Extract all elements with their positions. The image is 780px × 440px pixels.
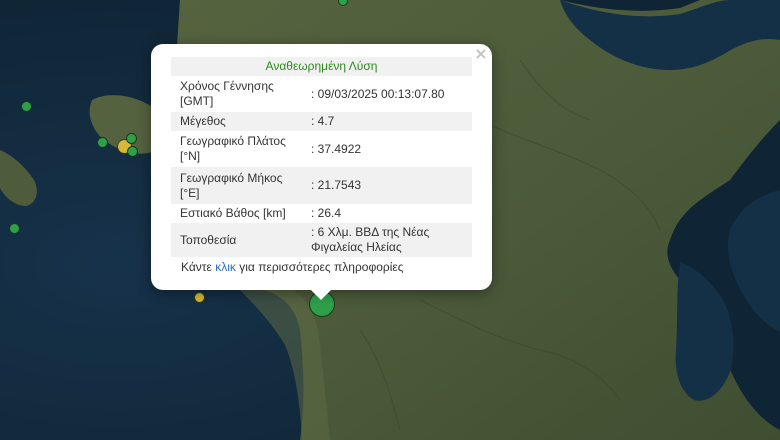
more-info-prefix: Κάντε (181, 260, 212, 274)
magnitude-label: Μέγεθος (180, 114, 226, 128)
popup-title: Αναθεωρημένη Λύση (265, 59, 378, 73)
earthquake-marker[interactable] (21, 101, 32, 112)
close-icon[interactable]: × (473, 46, 489, 62)
earthquake-marker[interactable] (194, 292, 205, 303)
popup-tip (309, 288, 333, 300)
longitude-value: : 21.7543 (311, 178, 362, 192)
more-info-suffix: για περισσότερες πληροφορίες (239, 260, 404, 274)
latitude-value: : 37.4922 (311, 141, 362, 156)
location-value: : 6 Χλμ. ΒΒΔ της Νέας Φιγαλείας Ηλείας (311, 225, 430, 254)
earthquake-marker[interactable] (127, 146, 138, 157)
depth-label: Εστιακό Βάθος [km] (180, 206, 286, 220)
earthquake-marker[interactable] (126, 133, 137, 144)
more-info-text: Κάντε κλικ για περισσότερες πληροφορίες (181, 260, 404, 274)
latitude-label: Γεωγραφικό Πλάτος [°N] (180, 134, 286, 163)
origin-time-label: Χρόνος Γέννησης [GMT] (180, 79, 274, 108)
longitude-label: Γεωγραφικό Μήκος [°E] (180, 170, 283, 200)
depth-value: : 26.4 (311, 206, 342, 220)
earthquake-marker[interactable] (9, 223, 20, 234)
location-label: Τοποθεσία (180, 232, 237, 247)
earthquake-info-table: Αναθεωρημένη Λύση Χρόνος Γέννησης [GMT] … (171, 57, 472, 257)
more-info-link[interactable]: κλικ (215, 260, 236, 274)
earthquake-marker[interactable] (97, 137, 108, 148)
magnitude-value: : 4.7 (311, 114, 335, 128)
origin-time-value: : 09/03/2025 00:13:07.80 (311, 86, 445, 101)
